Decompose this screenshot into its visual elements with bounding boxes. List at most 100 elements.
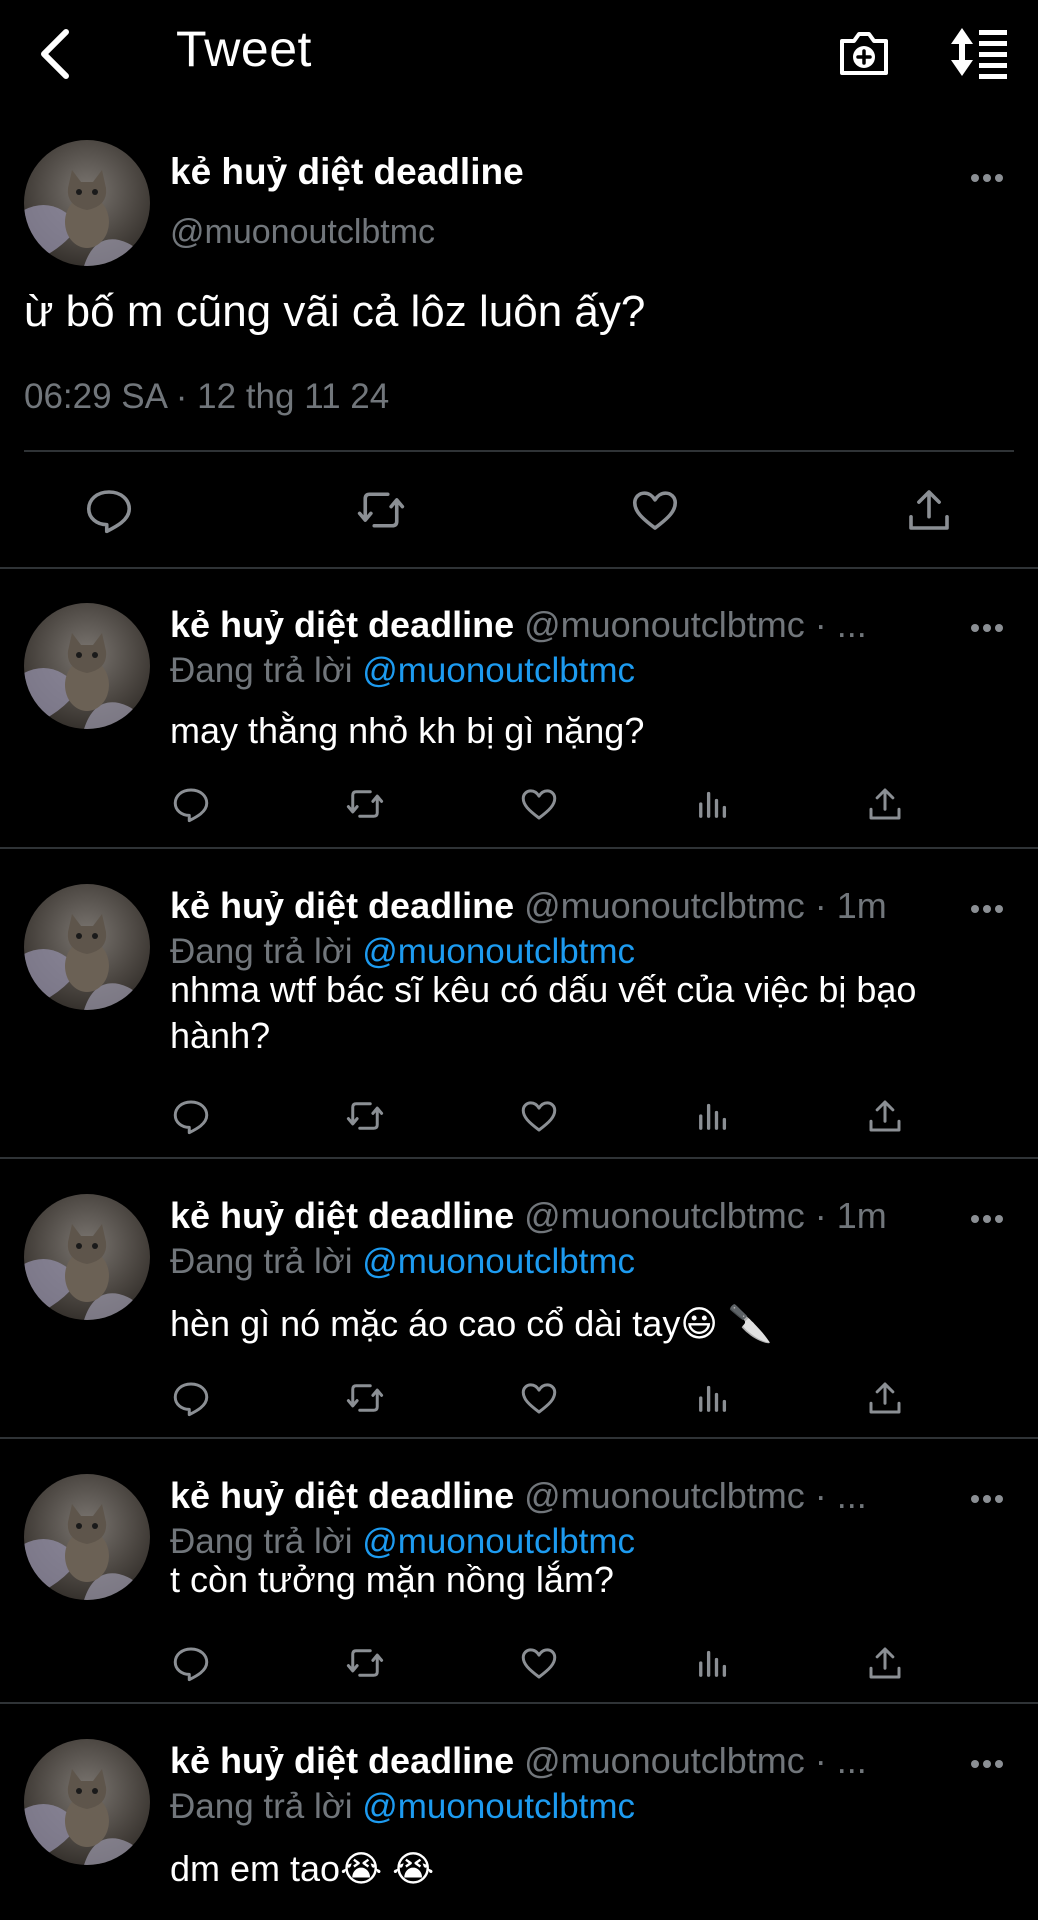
timestamp: · ...	[814, 1475, 867, 1516]
share-button[interactable]	[864, 783, 906, 825]
back-button[interactable]	[30, 26, 80, 82]
more-options-button[interactable]	[970, 1214, 1004, 1224]
replying-to: Đang trả lời @muonoutclbtmc	[170, 932, 635, 972]
more-options-button[interactable]	[970, 623, 1004, 633]
more-options-button[interactable]	[970, 904, 1004, 914]
reply-header: kẻ huỷ diệt deadline @muonoutclbtmc · ..…	[170, 604, 867, 646]
analytics-button[interactable]	[692, 783, 734, 825]
retweet-button[interactable]	[354, 483, 408, 537]
display-name[interactable]: kẻ huỷ diệt deadline	[170, 1740, 514, 1781]
reply-button[interactable]	[170, 1642, 212, 1684]
handle[interactable]: @muonoutclbtmc	[524, 1475, 805, 1516]
heart-icon	[632, 491, 678, 530]
like-button[interactable]	[518, 1377, 560, 1419]
bar-chart-icon	[699, 1385, 727, 1412]
share-button[interactable]	[864, 1095, 906, 1137]
avatar[interactable]	[24, 1739, 150, 1865]
bar-chart-icon	[699, 791, 727, 818]
avatar[interactable]	[24, 140, 150, 266]
retweet-button[interactable]	[344, 1377, 386, 1419]
mention-link[interactable]: @muonoutclbtmc	[362, 651, 635, 690]
tweet-text: ừ bố m cũng vãi cả lôz luôn ấy?	[24, 287, 646, 336]
replying-label: Đang trả lời	[170, 932, 353, 971]
avatar[interactable]	[24, 1474, 150, 1600]
display-name[interactable]: kẻ huỷ diệt deadline	[170, 1195, 514, 1236]
reply-button[interactable]	[170, 1095, 212, 1137]
top-bar: Tweet	[0, 0, 1038, 105]
share-icon	[869, 1647, 901, 1679]
bar-chart-icon	[699, 1103, 727, 1130]
like-button[interactable]	[628, 483, 682, 537]
like-button[interactable]	[518, 1095, 560, 1137]
reply-tweet[interactable]: kẻ huỷ diệt deadline @muonoutclbtmc · ..…	[0, 1704, 1038, 1920]
avatar[interactable]	[24, 884, 150, 1010]
like-button[interactable]	[518, 1642, 560, 1684]
reply-button[interactable]	[170, 1377, 212, 1419]
more-horizontal-icon	[971, 174, 1003, 182]
mention-link[interactable]: @muonoutclbtmc	[362, 1242, 635, 1281]
reply-button[interactable]	[170, 783, 212, 825]
cat-avatar-image	[24, 884, 150, 1010]
camera-button[interactable]	[836, 25, 892, 81]
retweet-button[interactable]	[344, 1642, 386, 1684]
display-name[interactable]: kẻ huỷ diệt deadline	[170, 1475, 514, 1516]
cat-avatar-image	[24, 1194, 150, 1320]
timestamp: · ...	[814, 1740, 867, 1781]
handle[interactable]: @muonoutclbtmc	[524, 885, 805, 926]
handle[interactable]: @muonoutclbtmc	[524, 1740, 805, 1781]
reply-tweet[interactable]: kẻ huỷ diệt deadline @muonoutclbtmc · 1m…	[0, 849, 1038, 1159]
reply-tweet[interactable]: kẻ huỷ diệt deadline @muonoutclbtmc · ..…	[0, 1439, 1038, 1704]
retweet-icon	[357, 492, 405, 528]
reply-icon	[173, 1647, 209, 1682]
more-horizontal-icon	[971, 905, 1003, 913]
more-horizontal-icon	[971, 1760, 1003, 1768]
analytics-button[interactable]	[692, 1095, 734, 1137]
cat-avatar-image	[24, 1739, 150, 1865]
reply-button[interactable]	[82, 483, 136, 537]
reply-icon	[173, 788, 209, 823]
handle[interactable]: @muonoutclbtmc	[524, 604, 805, 645]
display-name[interactable]: kẻ huỷ diệt deadline	[170, 151, 524, 193]
cat-avatar-image	[24, 140, 150, 266]
retweet-icon	[346, 1102, 384, 1130]
display-name[interactable]: kẻ huỷ diệt deadline	[170, 885, 514, 926]
more-options-button[interactable]	[970, 1759, 1004, 1769]
share-icon	[909, 490, 949, 530]
avatar[interactable]	[24, 603, 150, 729]
tweet-text: nhma wtf bác sĩ kêu có dấu vết của việc …	[170, 969, 917, 1056]
replying-to: Đang trả lời @muonoutclbtmc	[170, 1787, 635, 1827]
retweet-button[interactable]	[344, 1095, 386, 1137]
replying-label: Đang trả lời	[170, 1242, 353, 1281]
main-tweet[interactable]: kẻ huỷ diệt deadline @muonoutclbtmc ừ bố…	[0, 105, 1038, 569]
more-options-button[interactable]	[970, 173, 1004, 183]
divider	[24, 450, 1014, 452]
replying-to: Đang trả lời @muonoutclbtmc	[170, 651, 635, 691]
reply-tweet[interactable]: kẻ huỷ diệt deadline @muonoutclbtmc · ..…	[0, 568, 1038, 849]
mention-link[interactable]: @muonoutclbtmc	[362, 932, 635, 971]
reply-header: kẻ huỷ diệt deadline @muonoutclbtmc · 1m	[170, 885, 887, 927]
mention-link[interactable]: @muonoutclbtmc	[362, 1522, 635, 1561]
tweet-text: hèn gì nó mặc áo cao cổ dài tay😃 🔪	[170, 1303, 773, 1344]
more-options-button[interactable]	[970, 1494, 1004, 1504]
tweet-timestamp[interactable]: 06:29 SA · 12 thg 11 24	[24, 377, 389, 417]
handle[interactable]: @muonoutclbtmc	[524, 1195, 805, 1236]
reply-tweet[interactable]: kẻ huỷ diệt deadline @muonoutclbtmc · 1m…	[0, 1159, 1038, 1439]
like-button[interactable]	[518, 783, 560, 825]
handle[interactable]: @muonoutclbtmc	[170, 213, 435, 252]
sort-button[interactable]	[948, 24, 1010, 80]
avatar[interactable]	[24, 1194, 150, 1320]
mention-link[interactable]: @muonoutclbtmc	[362, 1787, 635, 1826]
cat-avatar-image	[24, 1474, 150, 1600]
replying-to: Đang trả lời @muonoutclbtmc	[170, 1522, 635, 1562]
heart-icon	[521, 1383, 557, 1414]
heart-icon	[521, 1101, 557, 1132]
share-button[interactable]	[864, 1377, 906, 1419]
retweet-icon	[346, 790, 384, 818]
analytics-button[interactable]	[692, 1642, 734, 1684]
timestamp: · 1m	[814, 885, 887, 926]
analytics-button[interactable]	[692, 1377, 734, 1419]
display-name[interactable]: kẻ huỷ diệt deadline	[170, 604, 514, 645]
retweet-button[interactable]	[344, 783, 386, 825]
share-button[interactable]	[902, 483, 956, 537]
share-button[interactable]	[864, 1642, 906, 1684]
